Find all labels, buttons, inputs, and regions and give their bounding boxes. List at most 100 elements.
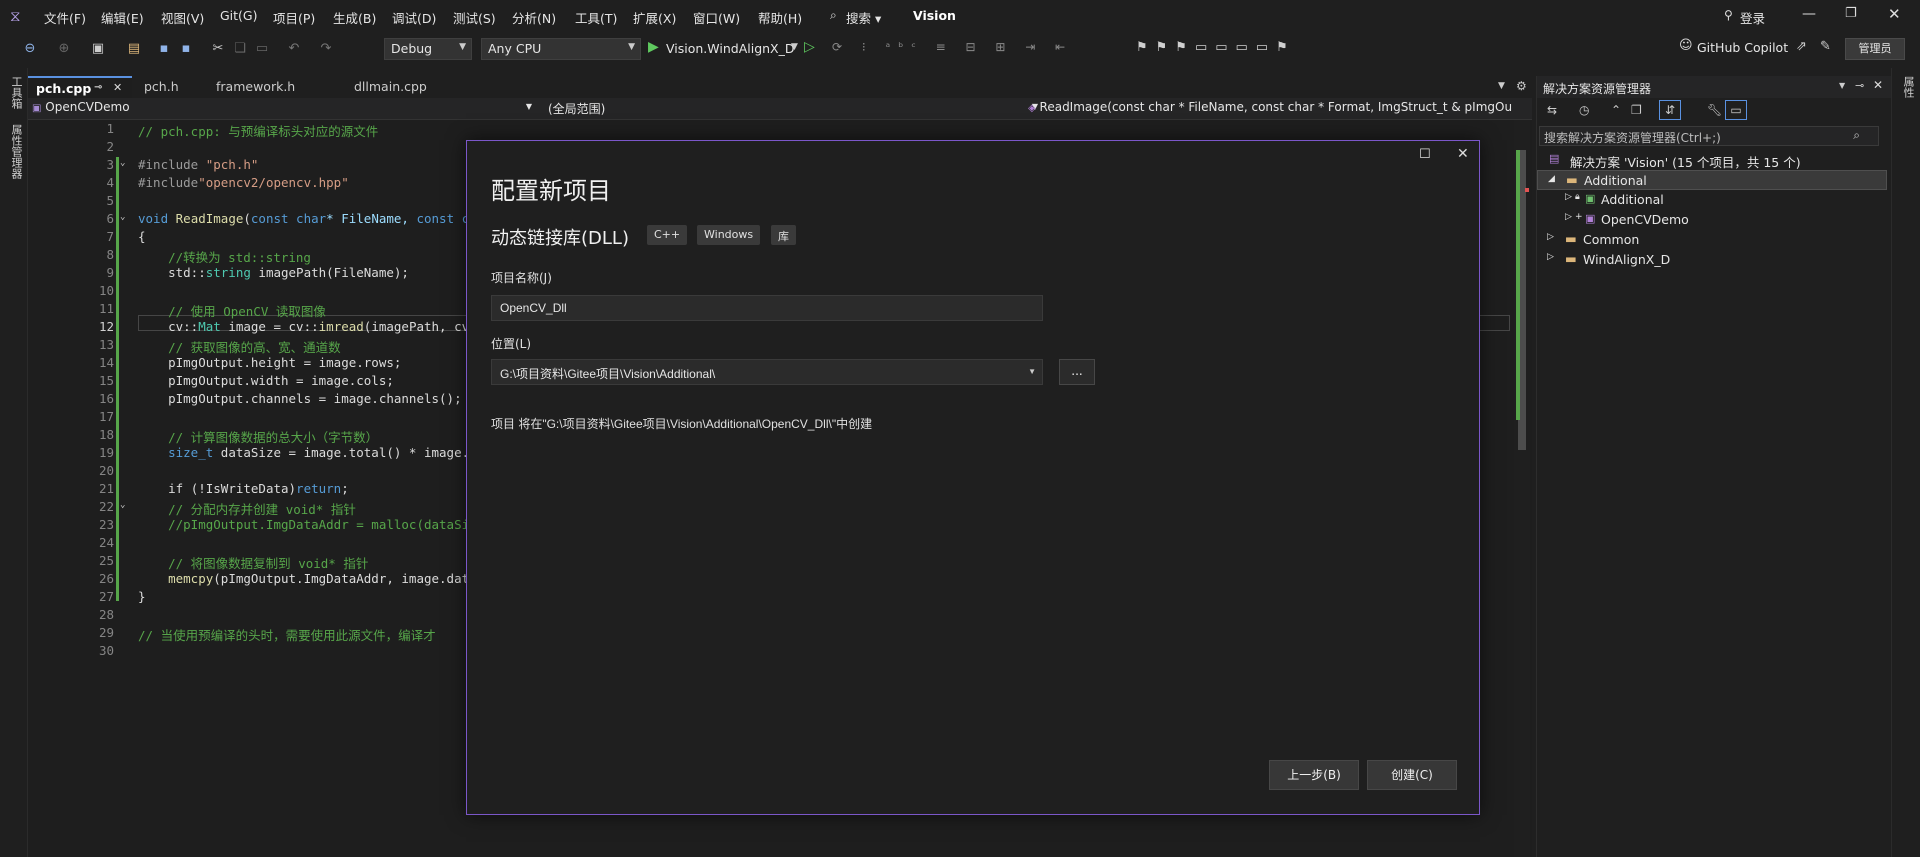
code-line: //转换为 std::string	[138, 247, 311, 266]
browse-button[interactable]: ...	[1059, 359, 1095, 385]
member-select[interactable]: ◈ ReadImage(const char * FileName, const…	[1028, 100, 1522, 118]
search-icon[interactable]: ⌕	[1853, 128, 1860, 143]
menu-file[interactable]: 文件(F)	[44, 8, 86, 27]
folder-icon: ▬	[1565, 251, 1577, 266]
configuration-select[interactable]: Debug ▼	[384, 38, 472, 60]
fold-icon[interactable]: ⌄	[120, 212, 125, 222]
feedback-icon[interactable]: ✎	[1820, 39, 1831, 54]
create-button[interactable]: 创建(C)	[1367, 760, 1457, 790]
chevron-down-icon: ▼	[628, 42, 635, 52]
properties-icon[interactable]: 🔧︎	[1707, 103, 1722, 117]
minimize-icon[interactable]: —	[1802, 6, 1816, 22]
run-icon[interactable]: ▶	[648, 39, 659, 55]
switch-views-icon[interactable]: ⇆	[1547, 103, 1557, 117]
collapsed-icon[interactable]: ▷	[1547, 232, 1554, 242]
menu-test[interactable]: 测试(S)	[453, 8, 496, 27]
keyword: const char	[250, 211, 327, 226]
line-number: 11	[98, 301, 114, 316]
run-dropdown-icon[interactable]: ▼	[791, 42, 798, 52]
panel-options-icon[interactable]: ▼	[1839, 81, 1845, 90]
platform-select[interactable]: Any CPU ▼	[481, 38, 641, 60]
code-line: // 将图像数据复制到 void* 指针	[138, 553, 368, 572]
save-icon[interactable]: ▪	[156, 41, 172, 57]
login-button[interactable]: 登录	[1740, 8, 1765, 27]
project-name-input[interactable]: OpenCV_Dll	[491, 295, 1043, 321]
back-button[interactable]: 上一步(B)	[1269, 760, 1359, 790]
login-icon[interactable]: ⚲	[1724, 8, 1733, 22]
tree-item-windalignx-d[interactable]: ▷ ▬ WindAlignX_D	[1537, 250, 1887, 270]
forward-icon[interactable]: ⊕	[56, 41, 72, 57]
menu-view[interactable]: 视图(V)	[161, 8, 204, 27]
close-window-icon[interactable]: ✕	[1888, 5, 1901, 23]
redo-icon[interactable]: ↷	[318, 41, 334, 57]
show-all-files-icon[interactable]: ❐	[1631, 103, 1642, 117]
tab-dllmain-cpp[interactable]: dllmain.cpp	[346, 76, 435, 98]
close-panel-icon[interactable]: ✕	[1873, 78, 1883, 92]
pin-icon[interactable]: ⊸	[94, 82, 102, 93]
menu-git[interactable]: Git(G)	[220, 8, 258, 23]
menu-extensions[interactable]: 扩展(X)	[633, 8, 676, 27]
back-icon[interactable]: ⊖	[22, 41, 38, 57]
menu-build[interactable]: 生成(B)	[333, 8, 376, 27]
pin-icon[interactable]: ⊸	[1855, 79, 1864, 92]
tree-item-additional-folder[interactable]: ◢ ▬ Additional	[1537, 170, 1887, 190]
history-icon[interactable]: ◷	[1579, 103, 1589, 117]
copilot-button[interactable]: GitHub Copilot	[1697, 40, 1788, 55]
properties-tab[interactable]: 属性	[1900, 76, 1916, 98]
collapsed-icon[interactable]: ▷	[1565, 192, 1572, 202]
copy-icon[interactable]: ❏	[232, 41, 248, 57]
expanded-icon[interactable]: ◢	[1548, 174, 1555, 184]
property-manager-tab[interactable]: 属性管理器	[8, 124, 24, 179]
code-line: #include "pch.h"	[138, 157, 258, 172]
sync-icon[interactable]: ⇵	[1659, 100, 1681, 120]
tree-item-additional-project[interactable]: ▷ 🔒︎ ▣ Additional	[1537, 190, 1887, 210]
menu-project[interactable]: 项目(P)	[273, 8, 315, 27]
close-tab-icon[interactable]: ✕	[113, 81, 122, 94]
undo-icon[interactable]: ↶	[286, 41, 302, 57]
fold-icon[interactable]: ⌄	[120, 158, 125, 168]
run-target-button[interactable]: Vision.WindAlignX_D	[666, 41, 795, 56]
solution-node[interactable]: ▤ 解决方案 'Vision' (15 个项目，共 15 个)	[1537, 150, 1887, 170]
editor-settings-icon[interactable]: ⚙	[1516, 79, 1527, 93]
code-line: size_t dataSize = image.total() * image.…	[138, 445, 484, 460]
solution-search-box[interactable]: 搜索解决方案资源管理器(Ctrl+;) ⌕	[1539, 126, 1879, 146]
bookmark-icons[interactable]: ⚑⚑⚑▭▭▭▭⚑	[1136, 40, 1296, 55]
tree-item-opencvdemo[interactable]: ▷ + ▣ OpenCVDemo	[1537, 210, 1887, 230]
collapsed-icon[interactable]: ▷	[1547, 252, 1554, 262]
share-icon[interactable]: ⇗	[1796, 39, 1807, 54]
tab-pch-cpp[interactable]: pch.cpp ⊸ ✕	[28, 76, 132, 98]
menu-window[interactable]: 窗口(W)	[693, 8, 740, 27]
paste-icon[interactable]: ▭	[254, 41, 270, 57]
menu-edit[interactable]: 编辑(E)	[101, 8, 144, 27]
preview-icon[interactable]: ▭	[1725, 100, 1747, 120]
tree-item-common[interactable]: ▷ ▬ Common	[1537, 230, 1887, 250]
start-without-debug-icon[interactable]: ▷	[804, 39, 815, 55]
scope-select[interactable]: (全局范围) ▼	[548, 100, 1038, 118]
menu-debug[interactable]: 调试(D)	[392, 8, 436, 27]
line-number: 20	[98, 463, 114, 478]
cut-icon[interactable]: ✂	[210, 41, 226, 57]
copilot-icon[interactable]: ☺	[1679, 38, 1693, 53]
location-combo[interactable]: G:\项目资料\Gitee项目\Vision\Additional\ ▼	[491, 359, 1043, 385]
menu-help[interactable]: 帮助(H)	[758, 8, 802, 27]
menu-tools[interactable]: 工具(T)	[575, 8, 617, 27]
new-project-icon[interactable]: ▣	[90, 41, 106, 57]
save-all-icon[interactable]: ▪	[178, 41, 194, 57]
tab-overflow-icon[interactable]: ▼	[1498, 81, 1505, 91]
search-button[interactable]: 搜索 ▾	[846, 8, 881, 27]
tab-pch-h[interactable]: pch.h	[136, 76, 187, 98]
search-icon[interactable]: ⌕	[830, 8, 837, 23]
tab-framework-h[interactable]: framework.h	[208, 76, 303, 98]
project-select[interactable]: ▣ OpenCVDemo ▼	[32, 100, 532, 118]
collapse-icon[interactable]: ⌃	[1611, 103, 1621, 117]
comment: // 分配内存并创建 void* 指针	[138, 502, 356, 517]
close-dialog-icon[interactable]: ✕	[1457, 146, 1469, 162]
restore-icon[interactable]: ❐	[1845, 6, 1857, 21]
collapsed-icon[interactable]: ▷	[1565, 212, 1572, 222]
menu-analyze[interactable]: 分析(N)	[512, 8, 556, 27]
toolbox-tab[interactable]: 工具箱	[8, 76, 24, 109]
maximize-icon[interactable]: ☐	[1419, 147, 1431, 162]
vertical-scrollbar[interactable]	[1514, 120, 1530, 857]
fold-icon[interactable]: ⌄	[120, 500, 125, 510]
open-icon[interactable]: ▤	[126, 41, 142, 57]
